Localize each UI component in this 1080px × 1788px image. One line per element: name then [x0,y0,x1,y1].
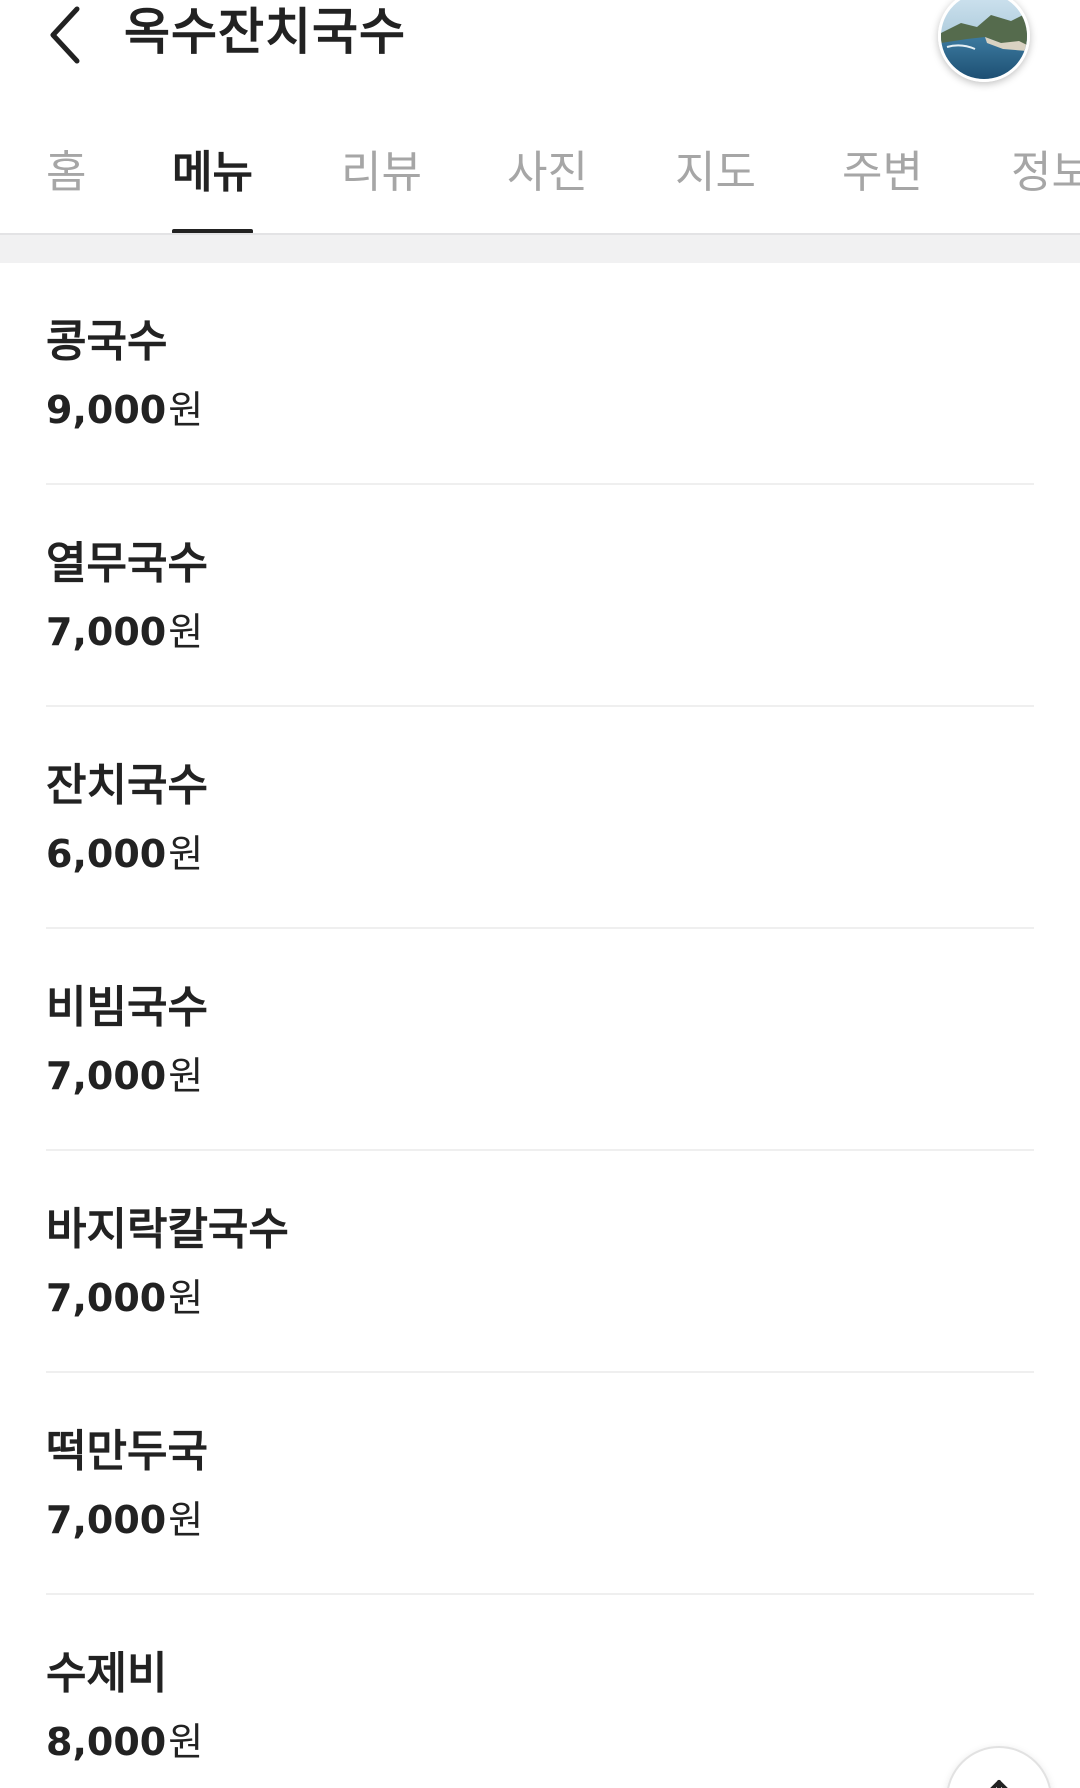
menu-item-price: 6,000원 [46,832,204,876]
menu-item-name: 떡만두국 [46,1426,208,1477]
tab-photos[interactable]: 사진 [507,136,588,234]
menu-item-name: 비빔국수 [46,982,208,1033]
menu-item[interactable]: 잔치국수 6,000원 [46,707,1034,929]
back-button[interactable] [30,0,100,70]
menu-item-name: 열무국수 [46,538,208,589]
tab-nearby[interactable]: 주변 [842,136,923,234]
menu-item-name: 콩국수 [46,316,168,367]
menu-item-price: 7,000원 [46,1276,204,1320]
menu-item-name: 수제비 [46,1648,168,1699]
menu-item[interactable]: 비빔국수 7,000원 [46,929,1034,1151]
tab-map[interactable]: 지도 [675,136,756,234]
menu-item[interactable]: 열무국수 7,000원 [46,485,1034,707]
section-divider [0,233,1080,263]
menu-item[interactable]: 콩국수 9,000원 [46,263,1034,485]
menu-item-name: 바지락칼국수 [46,1204,289,1255]
menu-item[interactable]: 바지락칼국수 7,000원 [46,1151,1034,1373]
arrow-up-icon [990,1780,1008,1788]
top-app-bar: 옥수잔치국수 [0,0,1080,110]
menu-item-price: 7,000원 [46,1498,204,1542]
profile-photo-icon [941,0,1027,79]
menu-item[interactable]: 수제비 8,000원 [46,1595,1034,1788]
menu-item[interactable]: 떡만두국 7,000원 [46,1373,1034,1595]
tab-info[interactable]: 정보 [1011,136,1080,234]
tab-menu[interactable]: 메뉴 [172,136,253,234]
avatar[interactable] [938,0,1030,82]
menu-item-name: 잔치국수 [46,760,208,811]
menu-item-price: 9,000원 [46,388,204,432]
menu-item-price: 7,000원 [46,1054,204,1098]
menu-item-price: 8,000원 [46,1720,204,1764]
page-title: 옥수잔치국수 [124,3,406,61]
chevron-left-icon [50,6,80,64]
tab-home[interactable]: 홈 [46,136,86,234]
menu-list: 콩국수 9,000원 열무국수 7,000원 잔치국수 6,000원 비빔국수 … [0,263,1080,1788]
menu-item-price: 7,000원 [46,610,204,654]
tab-bar: 홈 메뉴 리뷰 사진 지도 주변 정보 [0,112,1080,234]
tab-reviews[interactable]: 리뷰 [341,136,422,234]
place-menu-page: 옥수잔치국수 홈 메뉴 리뷰 사진 지도 주변 정보 콩국수 9,000원 열무… [0,0,1080,1788]
